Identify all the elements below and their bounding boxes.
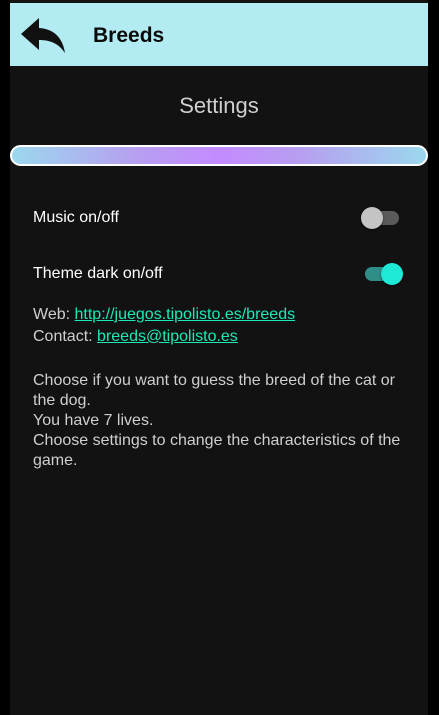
web-link[interactable]: http://juegos.tipolisto.es/breeds xyxy=(75,306,296,323)
app-screen: Breeds Settings Music on/off Theme dark … xyxy=(10,0,428,715)
contact-label: Contact: xyxy=(33,328,93,345)
description: Choose if you want to guess the breed of… xyxy=(33,371,408,471)
app-title: Breeds xyxy=(93,24,165,47)
info-block: Web: http://juegos.tipolisto.es/breeds C… xyxy=(33,304,413,348)
description-line: Choose if you want to guess the breed of… xyxy=(33,372,395,409)
music-toggle-label: Music on/off xyxy=(33,209,119,226)
web-label: Web: xyxy=(33,306,71,323)
contact-link[interactable]: breeds@tipolisto.es xyxy=(97,328,238,345)
music-toggle-row: Music on/off xyxy=(33,203,403,233)
contact-line: Contact: breeds@tipolisto.es xyxy=(33,326,413,348)
gradient-divider xyxy=(10,145,428,166)
switch-thumb xyxy=(381,263,403,285)
theme-toggle-row: Theme dark on/off xyxy=(33,259,403,289)
description-line: Choose settings to change the characteri… xyxy=(33,432,401,469)
theme-toggle-label: Theme dark on/off xyxy=(33,265,163,282)
theme-toggle-switch[interactable] xyxy=(361,259,403,289)
description-line: You have 7 lives. xyxy=(33,412,154,429)
back-arrow-icon[interactable] xyxy=(19,15,67,57)
web-line: Web: http://juegos.tipolisto.es/breeds xyxy=(33,304,413,326)
app-bar: Breeds xyxy=(10,3,428,66)
page-title: Settings xyxy=(179,93,259,118)
music-toggle-switch[interactable] xyxy=(361,203,403,233)
switch-thumb xyxy=(361,207,383,229)
